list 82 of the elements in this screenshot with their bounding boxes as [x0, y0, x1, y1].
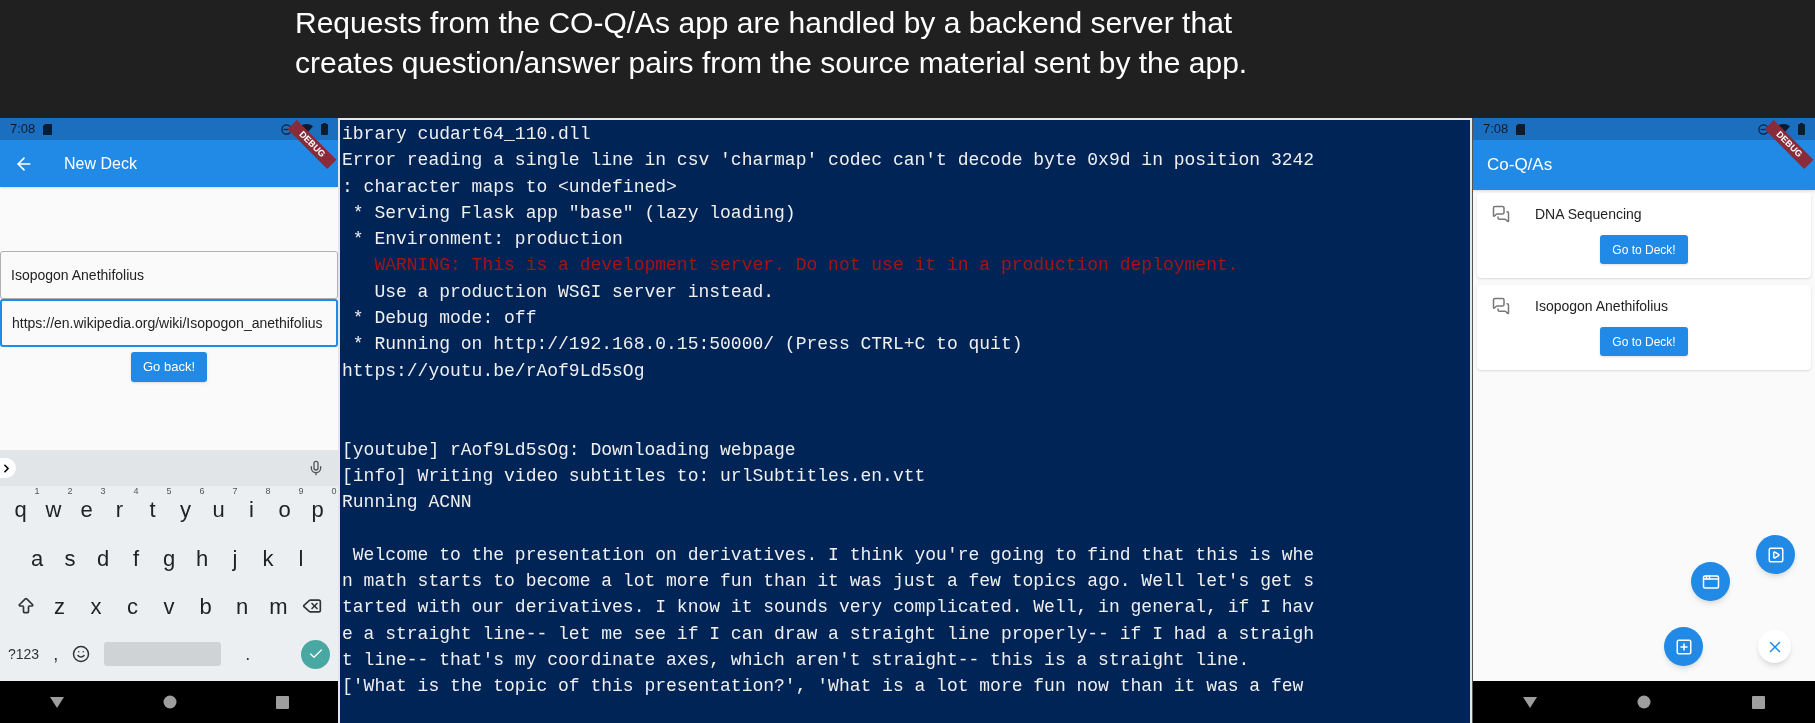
backspace-key-icon[interactable] [302, 596, 322, 616]
keyboard-key[interactable]: d [89, 541, 117, 575]
home-icon[interactable] [1637, 695, 1652, 709]
emoji-key-icon[interactable] [72, 645, 91, 663]
recents-icon[interactable] [1751, 695, 1765, 709]
text-field[interactable]: https://en.wikipedia.org/wiki/Isopogon_anethifolius [0, 299, 338, 347]
terminal-line: t line-- that's my coordinate axes, which aren't straight-- this is a straight line. [342, 648, 1250, 672]
terminal-line: ['What is the topic of this presentation?', 'What is a lot more fun now than it was a few [342, 675, 1304, 699]
deck-title: Isopogon Anethifolius [1535, 296, 1669, 316]
app-bar-title: Co-Q/As [1487, 154, 1553, 177]
comma-key[interactable]: , [53, 640, 59, 668]
key-hint: 7 [232, 486, 238, 496]
go-to-deck-button[interactable]: Go to Deck! [1600, 235, 1688, 264]
add-square-icon [1674, 637, 1693, 656]
terminal-line: Welcome to the presentation on derivatives. I think you're going to find that this is whe [351, 543, 1315, 567]
add-deck-button[interactable] [1664, 627, 1703, 666]
shift-key-icon[interactable] [16, 596, 36, 616]
terminal-line: ibrary cudart64_110.dll [342, 123, 591, 146]
clock-time: 7:08 [10, 120, 36, 139]
terminal-line: * Debug mode: off [351, 307, 537, 331]
window-icon [1701, 572, 1720, 591]
back-icon[interactable] [1523, 695, 1538, 709]
sd-card-icon [43, 123, 53, 135]
home-icon[interactable] [162, 695, 177, 709]
keyboard-key[interactable]: n [229, 589, 255, 623]
key-hint: 0 [331, 486, 337, 496]
symbols-key[interactable]: ?123 [8, 643, 40, 665]
period-key[interactable]: . [235, 640, 261, 668]
clock-time: 7:08 [1483, 120, 1509, 139]
key-hint: 4 [133, 486, 139, 496]
keyboard-key[interactable]: j [221, 541, 249, 575]
terminal-line: Running ACNN [342, 491, 472, 515]
chat-icon [1492, 205, 1510, 223]
back-icon[interactable] [49, 695, 64, 709]
slide-caption-line: creates question/answer pairs from the source material sent by the app. [295, 45, 1248, 81]
keyboard-key[interactable]: a [23, 541, 51, 575]
video-library-button[interactable] [1756, 535, 1795, 574]
terminal-line: e a straight line-- let me see if I can draw a straight line properly-- if I had a straigh [342, 622, 1315, 646]
keyboard-key[interactable]: v [156, 589, 182, 623]
keyboard-key[interactable]: z [46, 589, 73, 623]
go-back-button[interactable]: Go back! [131, 352, 207, 382]
key-hint: 6 [199, 486, 205, 496]
microphone-icon[interactable] [308, 460, 324, 476]
text-field[interactable]: Isopogon Anethifolius [0, 251, 338, 299]
deck-title: DNA Sequencing [1535, 204, 1642, 224]
key-hint: 9 [298, 486, 304, 496]
app-bar-title: New Deck [64, 153, 137, 174]
key-hint: 8 [265, 486, 271, 496]
key-hint: 3 [100, 486, 106, 496]
terminal-warning-line: WARNING: This is a development server. Do not use it in a production deployment. [373, 254, 1239, 278]
sd-card-icon [1516, 123, 1526, 135]
keyboard-key[interactable]: k [254, 541, 282, 575]
keyboard-key[interactable]: l [287, 541, 315, 575]
terminal-line: [youtube] rAof9Ld5sOg: Downloading webpage [342, 438, 796, 462]
keyboard-key[interactable]: h [188, 541, 216, 575]
expand-suggestions-button[interactable] [0, 458, 16, 478]
terminal-line: tarted with our derivatives. I know it sounds very complicated. Well, in general, if I hav [342, 596, 1315, 620]
keyboard-key[interactable]: c [119, 589, 146, 623]
window-button[interactable] [1691, 562, 1730, 601]
key-hint: 2 [67, 486, 73, 496]
recents-icon[interactable] [275, 695, 289, 709]
go-to-deck-button[interactable]: Go to Deck! [1600, 327, 1688, 356]
terminal-line: * Running on http://192.168.0.15:50000/ (Press CTRL+C to quit) [351, 333, 1023, 357]
keyboard-key[interactable]: b [192, 589, 219, 623]
key-hint: 5 [166, 486, 172, 496]
keyboard-key[interactable]: g [155, 541, 183, 575]
terminal-line: [info] Writing video subtitles to: urlSubtitles.en.vtt [342, 464, 926, 488]
terminal-line: https://youtu.be/rAof9Ld5sOg [342, 359, 645, 383]
keyboard-key[interactable]: s [56, 541, 84, 575]
terminal-line: Use a production WSGI server instead. [373, 280, 775, 304]
keyboard-key[interactable]: m [265, 589, 292, 623]
terminal-line: * Serving Flask app "base" (lazy loading) [351, 201, 796, 225]
key-hint: 1 [34, 486, 40, 496]
play-square-icon [1766, 545, 1785, 564]
keyboard-key[interactable]: f [122, 541, 150, 575]
terminal-line: * Environment: production [351, 228, 623, 252]
terminal-line: Error reading a single line in csv 'charmap' codec can't decode byte 0x9d in position 3242 [342, 149, 1315, 173]
chat-icon [1492, 297, 1510, 315]
slide-caption-line: Requests from the CO-Q/As app are handled by a backend server that [295, 5, 1233, 41]
keyboard-key[interactable]: x [83, 589, 109, 623]
terminal-line: n math starts to become a lot more fun than it was just a few topics ago. Well let's get s [342, 570, 1315, 594]
terminal-line: : character maps to <undefined> [342, 175, 677, 199]
